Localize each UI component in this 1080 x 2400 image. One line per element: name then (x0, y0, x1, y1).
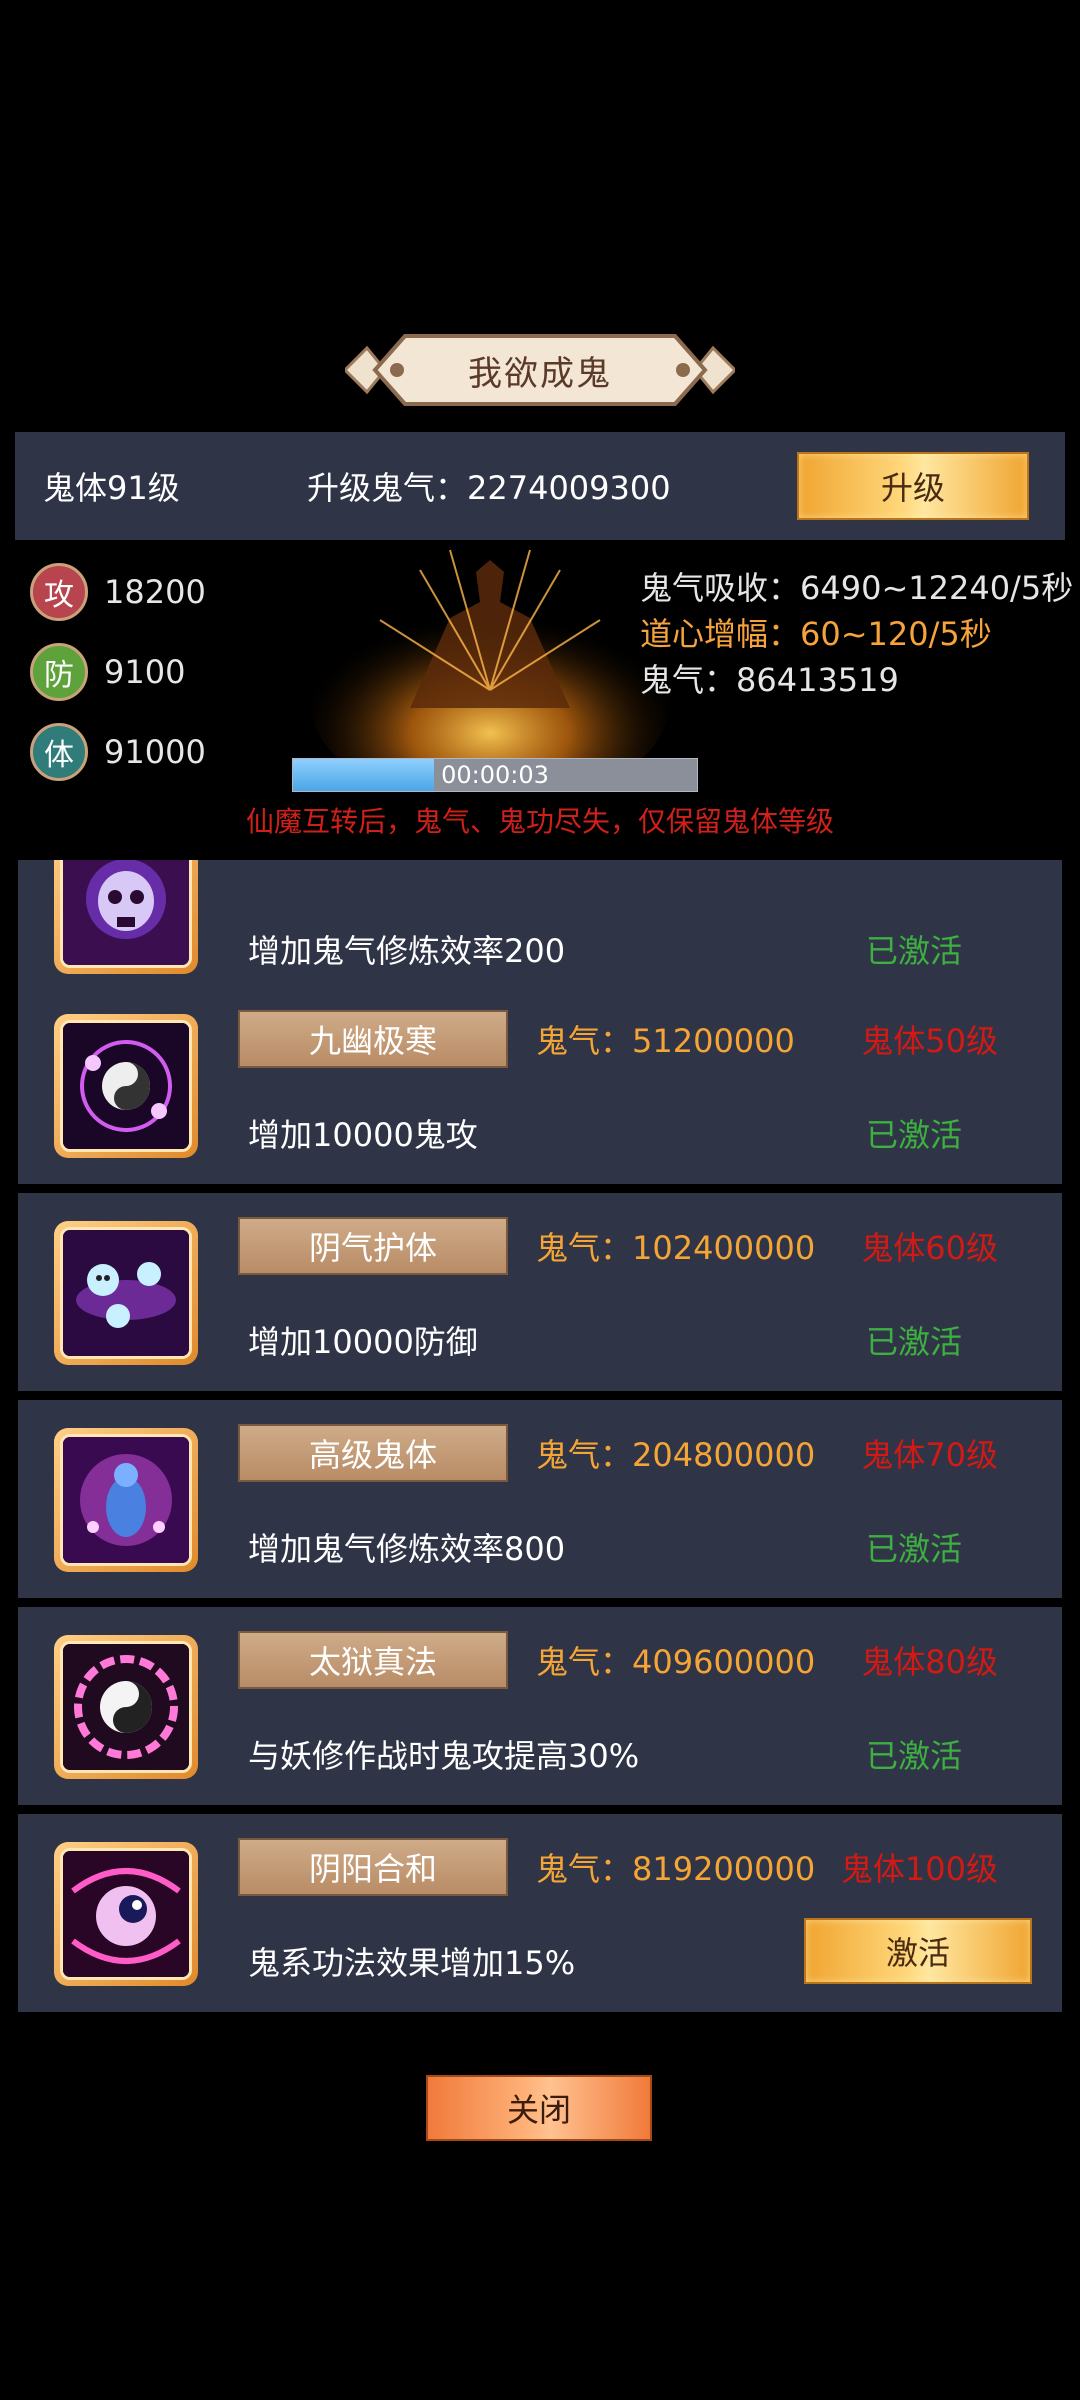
skill-icon-frame (54, 1221, 198, 1365)
title-banner: 我欲成鬼 (345, 330, 735, 410)
body-value: 91000 (104, 733, 206, 771)
progress-bar: 00:00:03 (292, 758, 698, 792)
yin-yang-eye-icon (60, 1848, 192, 1980)
upgrade-button[interactable]: 升级 (797, 452, 1029, 520)
skill-requirement: 鬼体70级 (861, 1436, 998, 1474)
progress-timer: 00:00:03 (441, 761, 549, 789)
skill-status: 已激活 (866, 1323, 963, 1361)
skill-cost: 鬼气：102400000 (536, 1229, 816, 1267)
skill-requirement: 鬼体80级 (861, 1643, 998, 1681)
right-stats: 鬼气吸收：6490~12240/5秒 道心增幅：60~120/5秒 鬼气：864… (640, 565, 1073, 703)
skill-cost: 鬼气：204800000 (536, 1436, 816, 1474)
skill-requirement: 鬼体60级 (861, 1229, 998, 1267)
info-bar: 鬼体91级 升级鬼气：2274009300 升级 (15, 432, 1065, 540)
close-button[interactable]: 关闭 (426, 2075, 652, 2141)
skill-name: 太狱真法 (238, 1631, 508, 1689)
dao-boost: 道心增幅：60~120/5秒 (640, 615, 992, 653)
attack-value: 18200 (104, 573, 206, 611)
skill-cost: 鬼气：51200000 (536, 1022, 795, 1060)
skill-card: 太狱真法 鬼气：409600000 鬼体80级 与妖修作战时鬼攻提高30% 已激… (18, 1607, 1062, 1805)
defense-badge-icon: 防 (30, 643, 88, 701)
attack-badge-icon: 攻 (30, 563, 88, 621)
screen: 我欲成鬼 鬼体91级 升级鬼气：2274009300 升级 攻 18200 防 … (0, 0, 1080, 2400)
skill-icon-frame (54, 1635, 198, 1779)
ghost-spirit-icon (60, 1434, 192, 1566)
warning-text: 仙魔互转后，鬼气、鬼功尽失，仅保留鬼体等级 (245, 805, 834, 838)
stat-defense: 防 9100 (30, 640, 185, 704)
skill-card: 阴阳合和 鬼气：819200000 鬼体100级 鬼系功法效果增加15% 激活 (18, 1814, 1062, 2012)
skill-card: 阴气护体 鬼气：102400000 鬼体60级 增加10000防御 已激活 (18, 1193, 1062, 1391)
skull-skill-icon (60, 860, 192, 968)
skill-desc: 增加10000鬼攻 (248, 1116, 478, 1154)
upgrade-cost-text: 升级鬼气：2274009300 (307, 469, 671, 507)
skill-name: 高级鬼体 (238, 1424, 508, 1482)
skill-requirement: 鬼体50级 (861, 1022, 998, 1060)
skill-status: 已激活 (866, 1116, 963, 1154)
stat-body: 体 91000 (30, 720, 206, 784)
skill-requirement: 鬼体100级 (840, 1850, 998, 1888)
skill-card: 增加鬼气修炼效率200 已激活 (18, 860, 1062, 1000)
body-badge-icon: 体 (30, 723, 88, 781)
skill-desc: 增加鬼气修炼效率800 (248, 1530, 566, 1568)
skill-name: 阴气护体 (238, 1217, 508, 1275)
skill-status: 已激活 (866, 1530, 963, 1568)
skill-icon-frame (54, 860, 198, 974)
skill-cost: 鬼气：819200000 (536, 1850, 816, 1888)
skill-card: 九幽极寒 鬼气：51200000 鬼体50级 增加10000鬼攻 已激活 (18, 986, 1062, 1184)
skill-name: 阴阳合和 (238, 1838, 508, 1896)
stat-attack: 攻 18200 (30, 560, 206, 624)
skull-orbs-icon (60, 1227, 192, 1359)
skill-desc: 与妖修作战时鬼攻提高30% (248, 1737, 640, 1775)
skill-desc: 增加鬼气修炼效率200 (248, 932, 566, 970)
bagua-icon (60, 1641, 192, 1773)
defense-value: 9100 (104, 653, 186, 691)
skill-icon-frame (54, 1014, 198, 1158)
absorb-rate: 鬼气吸收：6490~12240/5秒 (640, 569, 1074, 607)
activate-button[interactable]: 激活 (804, 1918, 1032, 1984)
page-title: 我欲成鬼 (468, 353, 612, 394)
skill-status: 已激活 (866, 1737, 963, 1775)
ghost-level-text: 鬼体91级 (43, 469, 180, 507)
skill-card: 高级鬼体 鬼气：204800000 鬼体70级 增加鬼气修炼效率800 已激活 (18, 1400, 1062, 1598)
skill-name: 九幽极寒 (238, 1010, 508, 1068)
skill-list[interactable]: 增加鬼气修炼效率200 已激活 九幽极寒 鬼气：51200000 鬼体50级 增… (0, 860, 1080, 2012)
skill-icon-frame (54, 1428, 198, 1572)
skill-icon-frame (54, 1842, 198, 1986)
ghost-qi-amount: 鬼气：86413519 (640, 661, 899, 699)
skill-cost: 鬼气：409600000 (536, 1643, 816, 1681)
yin-yang-orb-icon (60, 1020, 192, 1152)
character-glow-icon (310, 549, 670, 790)
skill-desc: 增加10000防御 (248, 1323, 478, 1361)
skill-desc: 鬼系功法效果增加15% (248, 1944, 576, 1982)
skill-status: 已激活 (866, 932, 963, 970)
